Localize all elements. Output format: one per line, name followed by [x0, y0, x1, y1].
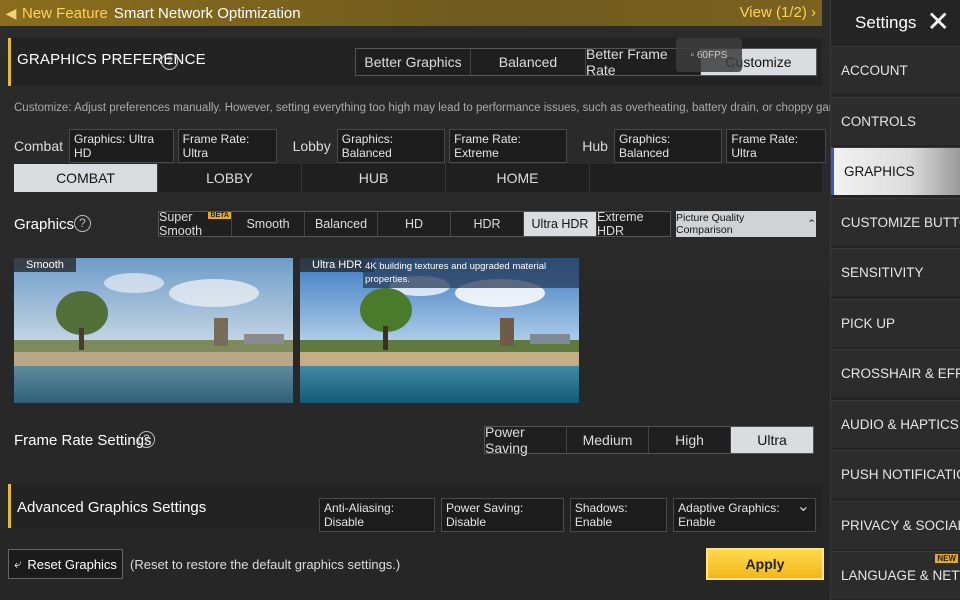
fps-value: 60FPS	[696, 49, 728, 61]
quality-smooth[interactable]: Smooth	[232, 212, 305, 236]
customize-description: Customize: Adjust preferences manually. …	[14, 102, 869, 114]
preview-ultra-hdr: Ultra HDR 4K building textures and upgra…	[300, 258, 579, 403]
tab-home[interactable]: HOME	[446, 164, 590, 192]
frame-rate-label: Frame Rate Settings	[14, 432, 152, 449]
quality-hd[interactable]: HD	[378, 212, 451, 236]
sidebar-item-sensitivity[interactable]: SENSITIVITY	[831, 248, 960, 296]
preview-smooth: Smooth	[14, 258, 293, 403]
picture-quality-comparison-toggle[interactable]: Picture Quality Comparison ⌃	[676, 211, 816, 237]
anti-aliasing-tag: Anti-Aliasing: Disable	[319, 498, 435, 532]
sidebar-item-crosshair-effects[interactable]: CROSSHAIR & EFFECTS	[831, 349, 960, 397]
settings-sidebar: Settings ✕ ACCOUNT CONTROLS GRAPHICS CUS…	[830, 0, 960, 600]
sidebar-item-customize-buttons[interactable]: CUSTOMIZE BUTTONS	[831, 197, 960, 246]
banner-prefix: New Feature	[22, 4, 108, 22]
news-banner[interactable]: ◀ New Feature Smart Network Optimization…	[0, 0, 822, 26]
advanced-title: Advanced Graphics Settings	[17, 499, 207, 516]
hub-graphics-tag: Graphics: Balanced	[613, 129, 723, 163]
speaker-icon: ◀	[5, 4, 17, 21]
frame-rate-selector: Power Saving Medium High Ultra	[484, 424, 814, 456]
quality-hdr[interactable]: HDR	[451, 212, 524, 236]
reset-icon: ⤶	[14, 556, 22, 571]
combat-graphics-tag: Graphics: Ultra HD	[69, 129, 174, 163]
sidebar-item-push-notifications[interactable]: PUSH NOTIFICATIONS	[831, 450, 960, 498]
advanced-tags: Anti-Aliasing: Disable Power Saving: Dis…	[319, 498, 822, 532]
sidebar-item-account[interactable]: ACCOUNT	[831, 46, 960, 94]
fps-medium[interactable]: Medium	[567, 427, 649, 453]
banner-view-link[interactable]: View (1/2) ›	[740, 4, 816, 21]
close-icon[interactable]: ✕	[927, 8, 950, 36]
lobby-graphics-tag: Graphics: Balanced	[336, 129, 446, 163]
apply-button[interactable]: Apply	[706, 548, 824, 580]
chevron-up-icon: ⌃	[807, 218, 816, 230]
mode-summary: Combat Graphics: Ultra HD Frame Rate: Ul…	[14, 129, 830, 163]
hub-label: Hub	[582, 138, 608, 154]
combat-label: Combat	[14, 138, 64, 154]
shadows-tag: Shadows: Enable	[569, 498, 668, 532]
graphics-label: Graphics	[14, 216, 75, 233]
graphics-quality-selector: Super Smooth BETA Smooth Balanced HD HDR…	[158, 210, 671, 238]
pref-option-balanced[interactable]: Balanced	[471, 49, 586, 75]
sidebar-header: Settings ✕	[831, 0, 960, 46]
fps-power-saving[interactable]: Power Saving	[485, 424, 567, 456]
help-icon[interactable]: ?	[161, 53, 178, 70]
sidebar-item-graphics[interactable]: GRAPHICS	[831, 147, 960, 195]
preview-right-note: 4K building textures and upgraded materi…	[363, 258, 579, 288]
combat-fps-tag: Frame Rate: Ultra	[177, 129, 278, 163]
tab-combat[interactable]: COMBAT	[14, 164, 158, 192]
tab-hub[interactable]: HUB	[302, 164, 446, 192]
help-icon[interactable]: ?	[74, 215, 91, 232]
hub-fps-tag: Frame Rate: Ultra	[726, 129, 827, 163]
lobby-label: Lobby	[292, 138, 331, 154]
mode-tabs: COMBAT LOBBY HUB HOME	[14, 164, 822, 192]
adaptive-graphics-tag: Adaptive Graphics: Enable	[673, 498, 816, 532]
fps-ultra[interactable]: Ultra	[731, 427, 813, 453]
lobby-fps-tag: Frame Rate: Extreme	[449, 129, 567, 163]
fps-high[interactable]: High	[649, 427, 731, 453]
quality-super-smooth[interactable]: Super Smooth BETA	[159, 210, 232, 238]
banner-title: Smart Network Optimization	[113, 4, 301, 22]
compare-label: Picture Quality Comparison	[676, 212, 745, 236]
new-badge: NEW	[935, 554, 958, 563]
sidebar-item-label: LANGUAGE & NETWORK	[841, 568, 960, 583]
help-icon[interactable]: ?	[138, 431, 155, 448]
quality-balanced[interactable]: Balanced	[305, 212, 378, 236]
quality-ultra-hdr[interactable]: Ultra HDR	[524, 212, 597, 236]
sidebar-item-language-network[interactable]: LANGUAGE & NETWORK NEW	[831, 551, 960, 599]
preview-left-label: Smooth	[14, 258, 76, 272]
reset-graphics-button[interactable]: ⤶ Reset Graphics	[8, 549, 123, 579]
sidebar-item-pick-up[interactable]: PICK UP	[831, 298, 960, 347]
sidebar-title: Settings	[855, 13, 917, 32]
sidebar-item-audio-haptics[interactable]: AUDIO & HAPTICS	[831, 399, 960, 448]
preference-selector: Better Graphics Balanced Better Frame Ra…	[355, 46, 817, 78]
quality-extreme-hdr[interactable]: Extreme HDR	[597, 210, 670, 238]
beta-badge: BETA	[208, 212, 231, 219]
chevron-down-icon[interactable]: ⌄	[797, 496, 810, 516]
pref-option-better-graphics[interactable]: Better Graphics	[356, 49, 471, 75]
reset-note: (Reset to restore the default graphics s…	[130, 557, 401, 572]
advanced-graphics-settings[interactable]: Advanced Graphics Settings Anti-Aliasing…	[8, 484, 822, 532]
sidebar-item-privacy-social[interactable]: PRIVACY & SOCIAL	[831, 500, 960, 549]
tab-lobby[interactable]: LOBBY	[158, 164, 302, 192]
power-saving-tag: Power Saving: Disable	[441, 498, 564, 532]
sidebar-item-controls[interactable]: CONTROLS	[831, 96, 960, 145]
fps-badge: ▫ 60FPS	[676, 38, 742, 72]
main-panel: ◀ New Feature Smart Network Optimization…	[0, 0, 868, 600]
reset-label: Reset Graphics	[27, 556, 117, 572]
